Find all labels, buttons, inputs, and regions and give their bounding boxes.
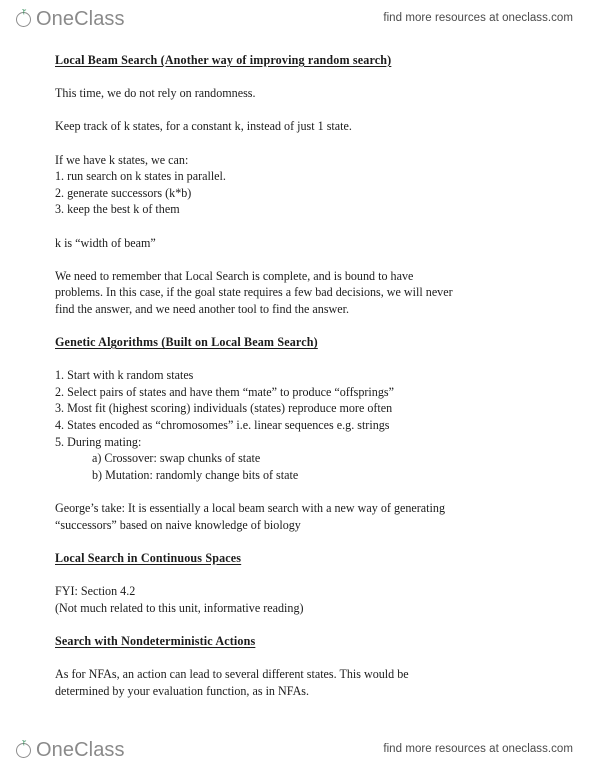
paragraph: We need to remember that Local Search is… (55, 268, 543, 318)
text-line: 1. run search on k states in parallel. (55, 169, 226, 184)
page-footer-watermark: OneClass find more resources at oneclass… (0, 731, 595, 767)
paragraph: 1. Start with k random states 2. Select p… (55, 367, 543, 450)
paragraph: If we have k states, we can: 1. run searc… (55, 152, 543, 218)
oneclass-logo: OneClass (16, 8, 125, 30)
oneclass-logo-footer: OneClass (16, 739, 125, 761)
text-line: 3. Most fit (highest scoring) individual… (55, 401, 393, 416)
text-line: We need to remember that Local Search is… (55, 268, 414, 283)
paragraph: Keep track of k states, for a constant k… (55, 118, 543, 135)
text-line: (Not much related to this unit, informat… (55, 600, 304, 615)
oneclass-wordmark: OneClass (36, 8, 125, 30)
paragraph: FYI: Section 4.2 (Not much related to thi… (55, 583, 543, 616)
text-line: 2. Select pairs of states and have them … (55, 384, 394, 399)
text-line: This time, we do not rely on randomness. (55, 86, 256, 101)
paragraph: This time, we do not rely on randomness. (55, 85, 543, 102)
section-heading: Genetic Algorithms (Built on Local Beam … (55, 335, 318, 350)
footer-tagline: find more resources at oneclass.com (383, 743, 573, 755)
document-body: Local Beam Search (Another way of improv… (55, 52, 543, 699)
header-tagline: find more resources at oneclass.com (383, 12, 573, 24)
oneclass-wordmark: OneClass (36, 739, 125, 761)
text-line: 1. Start with k random states (55, 368, 194, 383)
text-line: If we have k states, we can: (55, 152, 189, 167)
text-line: find the answer, and we need another too… (55, 301, 350, 316)
text-line: 3. keep the best k of them (55, 202, 180, 217)
paragraph: As for NFAs, an action can lead to sever… (55, 666, 543, 699)
sub-list: a) Crossover: swap chunks of state b) Mut… (55, 450, 543, 483)
text-line: As for NFAs, an action can lead to sever… (55, 666, 409, 681)
text-line: b) Mutation: randomly change bits of sta… (92, 467, 299, 482)
text-line: “successors” based on naive knowledge of… (55, 517, 301, 532)
page-header-watermark: OneClass find more resources at oneclass… (0, 0, 595, 36)
document-page: OneClass find more resources at oneclass… (0, 0, 595, 770)
text-line: 2. generate successors (k*b) (55, 185, 192, 200)
text-line: 5. During mating: (55, 434, 142, 449)
text-line: a) Crossover: swap chunks of state (92, 451, 261, 466)
oneclass-leaf-circle-icon (16, 8, 35, 28)
text-line: George’s take: It is essentially a local… (55, 501, 445, 516)
section-heading: Search with Nondeterministic Actions (55, 633, 256, 648)
text-line: Keep track of k states, for a constant k… (55, 119, 352, 134)
oneclass-leaf-circle-icon (16, 739, 35, 759)
text-line: FYI: Section 4.2 (55, 584, 136, 598)
text-line: k is “width of beam” (55, 235, 156, 250)
paragraph: George’s take: It is essentially a local… (55, 500, 543, 533)
paragraph: k is “width of beam” (55, 235, 543, 252)
section-heading: Local Search in Continuous Spaces (55, 550, 242, 565)
text-line: 4. States encoded as “chromosomes” i.e. … (55, 418, 390, 433)
text-line: problems. In this case, if the goal stat… (55, 285, 453, 300)
text-line: determined by your evaluation function, … (55, 683, 310, 698)
section-heading: Local Beam Search (Another way of improv… (55, 53, 392, 67)
